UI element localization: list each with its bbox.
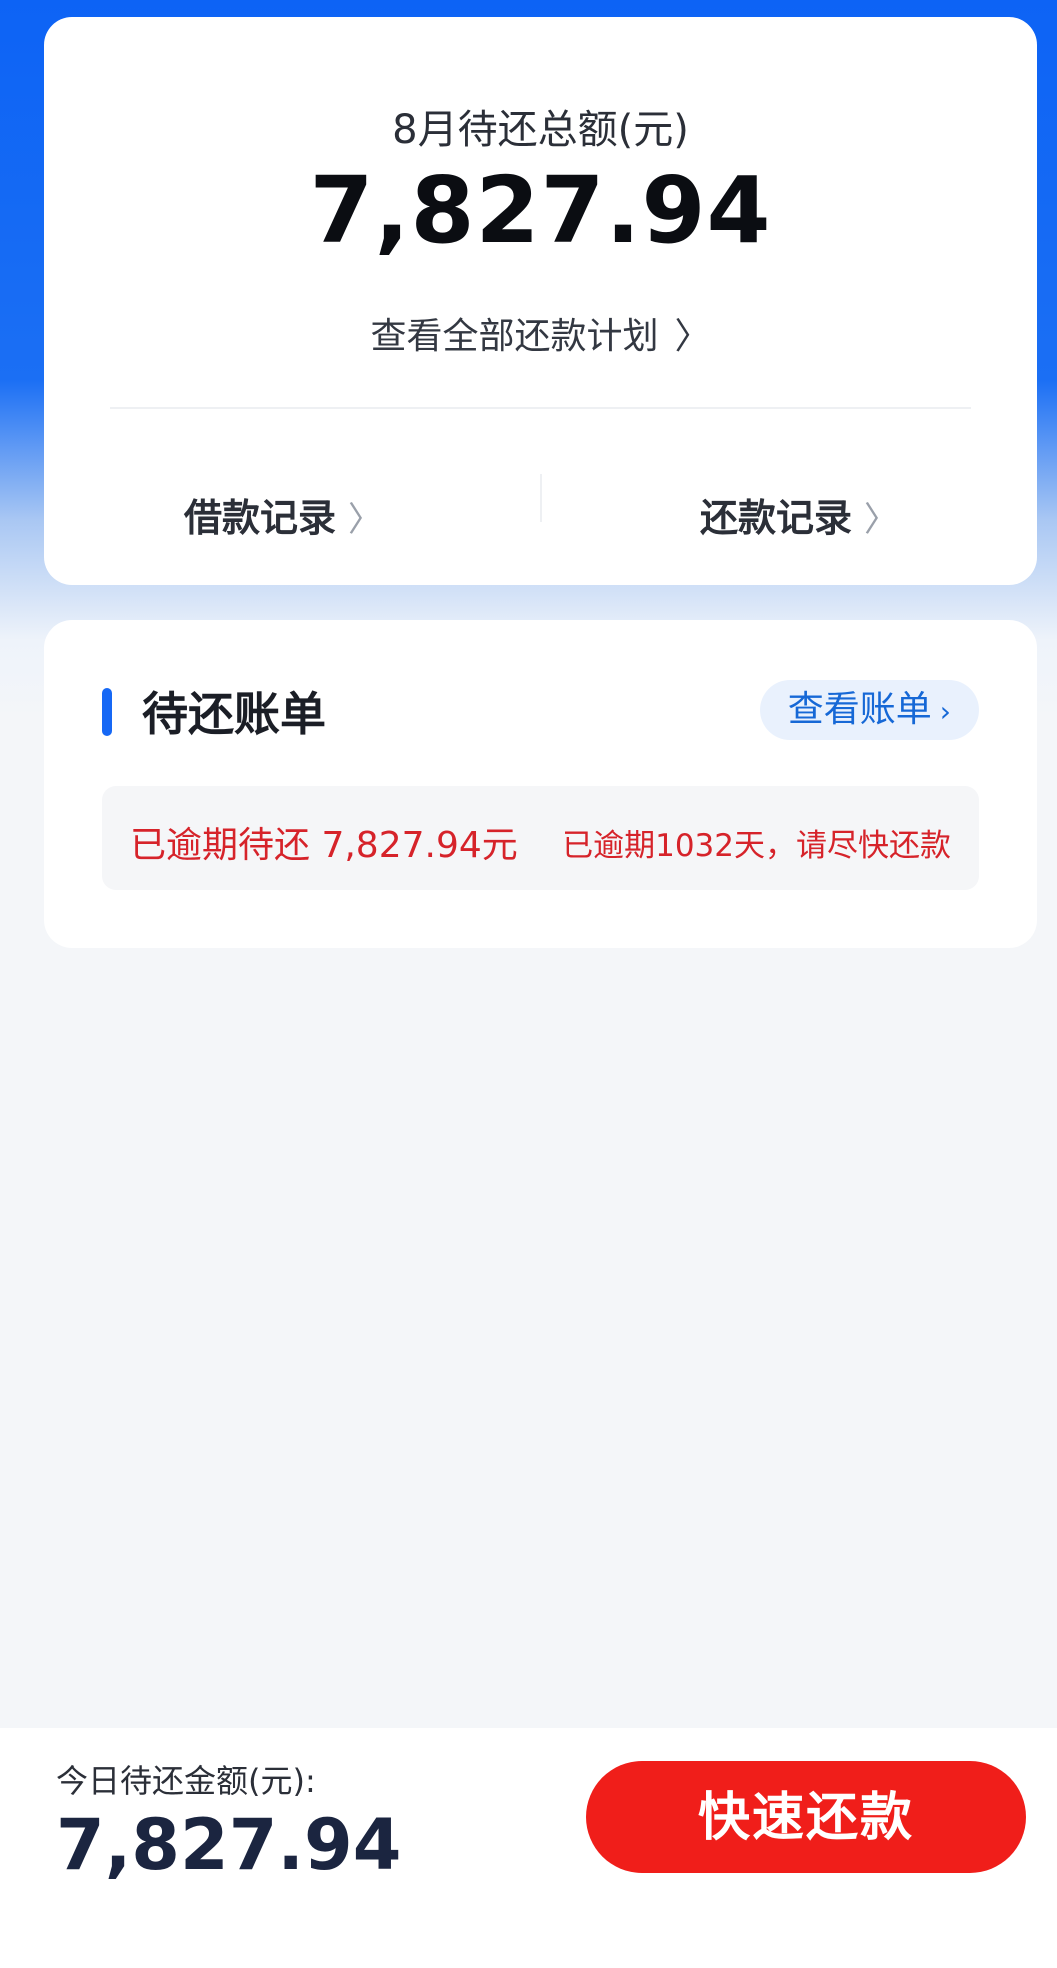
section-accent-bar bbox=[102, 688, 112, 736]
divider bbox=[110, 407, 971, 409]
repayment-records-link[interactable]: 还款记录〉 bbox=[700, 487, 898, 542]
vertical-divider bbox=[540, 474, 542, 522]
view-repayment-plan-link[interactable]: 查看全部还款计划〉 bbox=[44, 307, 1037, 359]
chevron-right-icon: › bbox=[939, 695, 951, 728]
chevron-right-icon: 〉 bbox=[348, 500, 383, 540]
bottom-pay-bar: 今日待还金额(元): 7,827.94 快速还款 bbox=[0, 1728, 1057, 1968]
borrow-records-link[interactable]: 借款记录〉 bbox=[184, 487, 382, 542]
overdue-days-text: 已逾期1032天，请尽快还款 bbox=[562, 828, 951, 864]
repayment-summary-card: 8月待还总额(元) 7,827.94 查看全部还款计划〉 借款记录〉 还款记录〉 bbox=[44, 17, 1037, 585]
repayment-records-label: 还款记录 bbox=[700, 496, 853, 540]
chevron-right-icon: 〉 bbox=[864, 500, 899, 540]
pending-bill-title: 待还账单 bbox=[142, 687, 326, 741]
monthly-due-amount: 7,827.94 bbox=[309, 157, 772, 264]
chevron-right-icon: 〉 bbox=[674, 316, 711, 357]
today-due-amount: 7,827.94 bbox=[56, 1804, 402, 1886]
today-due-label: 今日待还金额(元): bbox=[56, 1762, 316, 1800]
view-bill-button[interactable]: 查看账单 › bbox=[759, 680, 979, 740]
overdue-amount-text: 已逾期待还 7,827.94元 bbox=[130, 825, 518, 866]
quick-repay-button[interactable]: 快速还款 bbox=[586, 1761, 1026, 1873]
monthly-due-title: 8月待还总额(元) bbox=[392, 107, 689, 153]
view-repayment-plan-label: 查看全部还款计划 bbox=[370, 316, 659, 357]
borrow-records-label: 借款记录 bbox=[184, 496, 337, 540]
overdue-notice-row[interactable]: 已逾期待还 7,827.94元 已逾期1032天，请尽快还款 bbox=[102, 786, 979, 890]
view-bill-label: 查看账单 bbox=[787, 689, 932, 730]
pending-bill-card: 待还账单 查看账单 › 已逾期待还 7,827.94元 已逾期1032天，请尽快还… bbox=[44, 620, 1037, 948]
